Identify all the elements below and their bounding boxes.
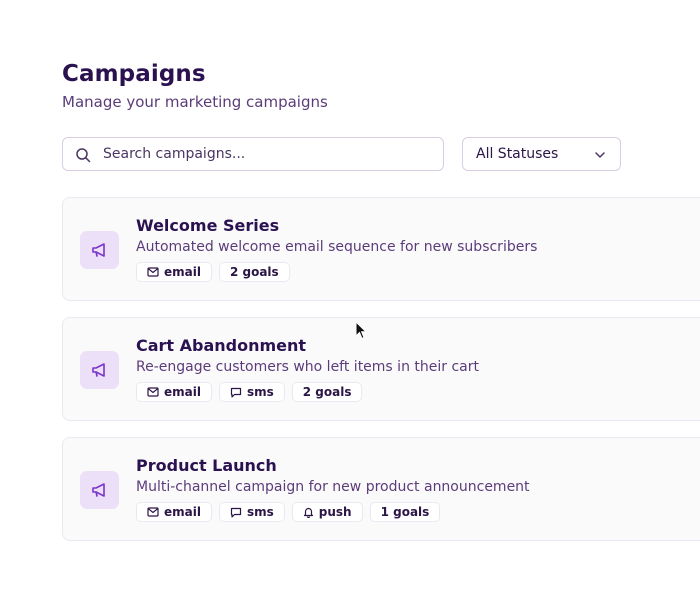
search-input[interactable] (103, 138, 433, 170)
campaign-tags: email 2 goals (136, 262, 290, 282)
tag-label: email (164, 265, 201, 279)
bell-icon (303, 507, 313, 518)
channel-tag-sms: sms (218, 382, 285, 402)
megaphone-icon (92, 483, 105, 497)
campaign-description: Automated welcome email sequence for new… (136, 239, 538, 255)
campaigns-page: Campaigns Manage your marketing campaign… (0, 0, 700, 600)
tag-label: sms (246, 385, 274, 399)
message-icon (230, 507, 242, 518)
channel-tag-email: email (136, 502, 212, 522)
mail-icon (147, 387, 159, 397)
campaign-title: Welcome Series (136, 216, 280, 235)
chevron-down-icon (595, 152, 605, 158)
message-icon (230, 387, 242, 398)
channel-tag-email: email (136, 262, 212, 282)
campaign-icon-container (80, 351, 119, 389)
search-box[interactable] (62, 137, 444, 171)
campaign-card[interactable]: Welcome Series Automated welcome email s… (62, 197, 700, 301)
tag-label: email (164, 385, 201, 399)
mail-icon (147, 507, 159, 517)
tag-label: sms (246, 505, 274, 519)
mouse-cursor-icon (355, 321, 367, 340)
tag-label: 2 goals (229, 265, 279, 279)
tag-label: 1 goals (380, 505, 430, 519)
campaign-title: Product Launch (136, 456, 277, 475)
campaign-tags: email sms 2 goals (136, 382, 363, 402)
goals-tag: 2 goals (218, 262, 290, 282)
campaign-tags: email sms push 1 goals (136, 502, 441, 522)
goals-tag: 1 goals (369, 502, 441, 522)
campaign-icon-container (80, 471, 119, 509)
channel-tag-email: email (136, 382, 212, 402)
campaign-icon-container (80, 231, 119, 269)
status-filter-dropdown[interactable]: All Statuses (462, 137, 621, 171)
campaign-description: Re-engage customers who left items in th… (136, 359, 479, 375)
tag-label: push (318, 505, 352, 519)
megaphone-icon (92, 243, 105, 257)
tag-label: email (164, 505, 201, 519)
page-subtitle: Manage your marketing campaigns (62, 93, 328, 111)
megaphone-icon (92, 363, 105, 377)
channel-tag-sms: sms (218, 502, 285, 522)
mail-icon (147, 267, 159, 277)
status-filter-value: All Statuses (476, 146, 559, 162)
tag-label: 2 goals (302, 385, 352, 399)
search-icon (76, 148, 91, 163)
campaign-title: Cart Abandonment (136, 336, 307, 355)
channel-tag-push: push (291, 502, 363, 522)
page-header: Campaigns Manage your marketing campaign… (62, 58, 328, 112)
campaign-description: Multi-channel campaign for new product a… (136, 479, 530, 495)
campaign-card[interactable]: Cart Abandonment Re-engage customers who… (62, 317, 700, 421)
goals-tag: 2 goals (291, 382, 363, 402)
campaign-card[interactable]: Product Launch Multi-channel campaign fo… (62, 437, 700, 541)
page-title: Campaigns (62, 61, 206, 87)
